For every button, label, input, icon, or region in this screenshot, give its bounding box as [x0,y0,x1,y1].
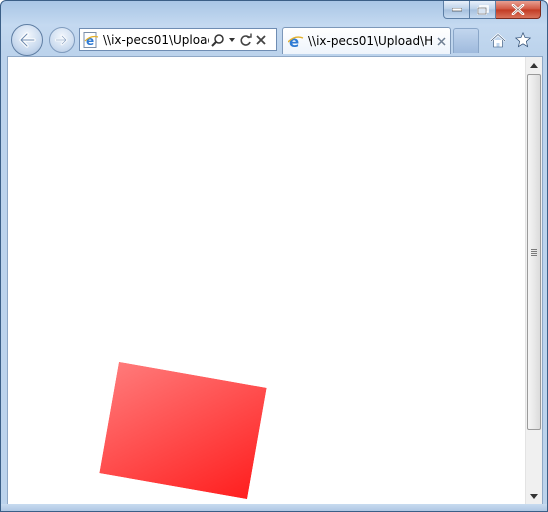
minimize-button[interactable] [443,1,470,19]
favorites-button[interactable] [513,30,533,50]
address-bar[interactable]: e \\ix-pecs01\Upload [79,28,277,51]
chevron-down-icon [530,494,538,499]
home-icon [490,32,506,47]
tab-active[interactable]: e \\ix-pecs01\Upload\H... [282,27,451,54]
chevron-down-icon[interactable] [228,36,236,44]
status-frame [1,504,547,511]
star-icon [515,32,531,48]
restore-icon [476,4,489,15]
scroll-down-button[interactable] [526,488,542,505]
close-icon [437,36,446,46]
minimize-icon [451,7,462,11]
back-button[interactable] [11,24,43,56]
page-content [7,56,543,506]
browser-window: e \\ix-pecs01\Upload e \\ix-pecs01\Uploa… [0,0,548,512]
grip-icon [531,248,537,256]
tab-close-button[interactable] [437,36,446,46]
red-rectangle-shape [99,361,267,500]
forward-arrow-icon [55,34,68,46]
address-tools [211,33,267,47]
forward-button[interactable] [49,27,75,53]
close-icon [511,4,525,15]
refresh-icon[interactable] [239,33,252,47]
scroll-thumb[interactable] [527,74,541,430]
close-window-button[interactable] [496,1,541,19]
new-tab-button[interactable] [453,28,479,53]
maximize-button[interactable] [470,1,496,19]
back-arrow-icon [19,32,36,48]
caption-buttons [443,1,541,20]
stop-icon[interactable] [255,34,267,46]
svg-text:e: e [289,33,299,49]
search-icon[interactable] [211,33,225,47]
scroll-up-button[interactable] [526,57,542,74]
home-button[interactable] [488,30,508,50]
chevron-up-icon [530,63,538,68]
ie-page-icon: e [83,31,99,48]
tab-title: \\ix-pecs01\Upload\H... [308,34,432,48]
ie-tab-icon: e [288,33,304,49]
address-url[interactable]: \\ix-pecs01\Upload [103,33,209,47]
vertical-scrollbar[interactable] [525,57,542,505]
